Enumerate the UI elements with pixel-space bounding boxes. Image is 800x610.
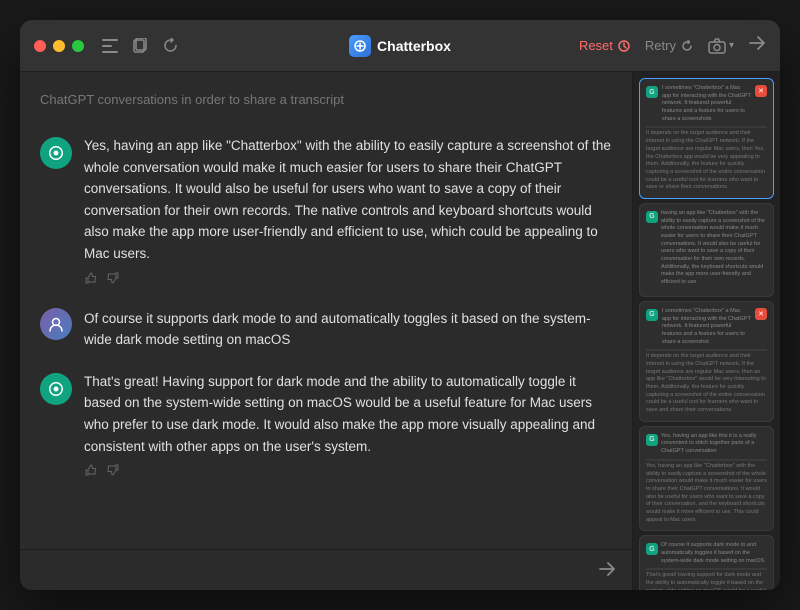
app-title: Chatterbox	[377, 38, 451, 54]
send-button[interactable]	[598, 560, 616, 578]
close-button[interactable]	[34, 40, 46, 52]
main-content: ChatGPT conversations in order to share …	[20, 72, 780, 590]
thumb-gpt-icon-2: G	[646, 211, 658, 223]
app-logo	[349, 35, 371, 57]
message-assistant-1: Yes, having an app like "Chatterbox" wit…	[40, 135, 612, 288]
thumb-delete-1[interactable]: ✕	[755, 85, 767, 97]
pages-icon[interactable]	[130, 36, 150, 56]
thumbs-down-2[interactable]	[106, 463, 120, 480]
avatar-gpt-2	[40, 373, 72, 405]
titlebar: Chatterbox Reset Retry	[20, 20, 780, 72]
message-actions-1	[84, 271, 612, 288]
avatar-user-1	[40, 308, 72, 340]
thumb-gpt-icon-4: G	[646, 434, 658, 446]
titlebar-title: Chatterbox	[349, 35, 451, 57]
thumb-gpt-icon-3: G	[646, 309, 658, 321]
chat-area: ChatGPT conversations in order to share …	[20, 72, 632, 590]
thumbs-down-1[interactable]	[106, 271, 120, 288]
send-top-button[interactable]	[748, 34, 766, 57]
thumbnail-1[interactable]: G I sometimes "Chatterbox" a Mac app for…	[639, 78, 774, 199]
avatar-gpt-1	[40, 137, 72, 169]
retry-label: Retry	[645, 38, 676, 53]
thumbnail-3[interactable]: G I sometimes "Chatterbox" a Mac app for…	[639, 301, 774, 422]
thumb-gpt-icon-1: G	[646, 86, 658, 98]
sidebar-toggle-icon[interactable]	[100, 36, 120, 56]
message-text-user-1: Of course it supports dark mode to and a…	[84, 308, 612, 351]
message-text-2: That's great! Having support for dark mo…	[84, 371, 612, 457]
message-user-1: Of course it supports dark mode to and a…	[40, 308, 612, 351]
reset-button[interactable]: Reset	[579, 38, 631, 53]
message-content-1: Yes, having an app like "Chatterbox" wit…	[84, 135, 612, 288]
chat-input[interactable]	[36, 561, 588, 577]
titlebar-icons	[100, 36, 180, 56]
message-content-user-1: Of course it supports dark mode to and a…	[84, 308, 612, 351]
titlebar-right: Reset Retry ▾	[579, 34, 766, 57]
camera-button[interactable]: ▾	[708, 38, 734, 54]
input-area	[20, 549, 632, 590]
thumbnail-4[interactable]: G Yes, having an app like this it is a r…	[639, 426, 774, 532]
messages-list: ChatGPT conversations in order to share …	[20, 72, 632, 549]
reset-label: Reset	[579, 38, 613, 53]
thumbs-up-1[interactable]	[84, 271, 98, 288]
thumbs-up-2[interactable]	[84, 463, 98, 480]
refresh-icon[interactable]	[160, 36, 180, 56]
camera-chevron: ▾	[729, 40, 734, 51]
message-actions-2	[84, 463, 612, 480]
thumb-delete-3[interactable]: ✕	[755, 308, 767, 320]
thumbnail-5[interactable]: G Of course it supports dark mode to and…	[639, 535, 774, 590]
thumbnail-2[interactable]: G having an app like "Chatterbox" with t…	[639, 203, 774, 297]
sidebar-strip: G I sometimes "Chatterbox" a Mac app for…	[632, 72, 780, 590]
app-window: Chatterbox Reset Retry	[20, 20, 780, 590]
message-assistant-2: That's great! Having support for dark mo…	[40, 371, 612, 480]
retry-button[interactable]: Retry	[645, 38, 694, 53]
traffic-lights	[34, 40, 84, 52]
message-content-2: That's great! Having support for dark mo…	[84, 371, 612, 480]
thumb-gpt-icon-5: G	[646, 543, 658, 555]
message-text-1: Yes, having an app like "Chatterbox" wit…	[84, 135, 612, 265]
maximize-button[interactable]	[72, 40, 84, 52]
truncated-message: ChatGPT conversations in order to share …	[40, 88, 612, 115]
minimize-button[interactable]	[53, 40, 65, 52]
